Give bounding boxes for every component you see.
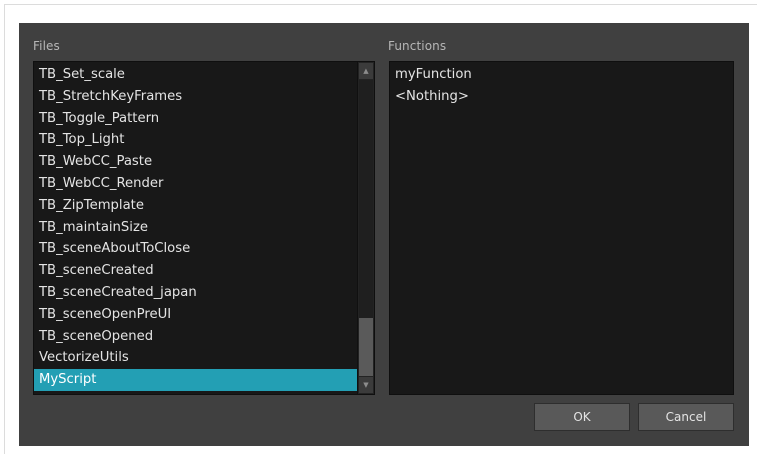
scroll-thumb[interactable] bbox=[359, 318, 373, 376]
file-item[interactable]: TB_sceneOpened bbox=[34, 326, 357, 348]
file-item[interactable]: TB_Set_scale bbox=[34, 64, 357, 86]
function-item[interactable]: myFunction bbox=[390, 64, 733, 86]
files-list[interactable]: TB_Set_scale TB_StretchKeyFrames TB_Togg… bbox=[33, 61, 375, 395]
file-item[interactable]: TB_sceneAboutToClose bbox=[34, 238, 357, 260]
function-item[interactable]: <Nothing> bbox=[390, 86, 733, 108]
functions-label: Functions bbox=[388, 39, 447, 53]
functions-list-items: myFunction <Nothing> bbox=[390, 64, 733, 108]
file-item[interactable]: TB_StretchKeyFrames bbox=[34, 86, 357, 108]
file-item[interactable]: TB_sceneCreated bbox=[34, 260, 357, 282]
file-item[interactable]: TB_sceneCreated_japan bbox=[34, 282, 357, 304]
functions-list[interactable]: myFunction <Nothing> bbox=[389, 61, 734, 395]
scroll-track[interactable] bbox=[359, 80, 373, 376]
file-item[interactable]: TB_ZipTemplate bbox=[34, 195, 357, 217]
chevron-down-icon[interactable]: ▼ bbox=[359, 377, 373, 393]
file-item[interactable]: TB_Top_Light bbox=[34, 129, 357, 151]
file-item[interactable]: TB_WebCC_Paste bbox=[34, 151, 357, 173]
files-scrollbar[interactable]: ▲ ▼ bbox=[357, 62, 374, 394]
file-item[interactable]: TB_sceneOpenPreUI bbox=[34, 304, 357, 326]
file-item[interactable]: TB_Toggle_Pattern bbox=[34, 108, 357, 130]
ok-button[interactable]: OK bbox=[534, 403, 630, 431]
cancel-button[interactable]: Cancel bbox=[638, 403, 734, 431]
files-label: Files bbox=[33, 39, 60, 53]
file-item-selected[interactable]: MyScript bbox=[34, 369, 357, 391]
file-item[interactable]: TB_maintainSize bbox=[34, 217, 357, 239]
chevron-up-icon[interactable]: ▲ bbox=[359, 63, 373, 79]
file-item[interactable]: VectorizeUtils bbox=[34, 347, 357, 369]
file-item[interactable]: TB_WebCC_Render bbox=[34, 173, 357, 195]
files-list-items: TB_Set_scale TB_StretchKeyFrames TB_Togg… bbox=[34, 64, 357, 391]
script-dialog: Files Functions TB_Set_scale TB_StretchK… bbox=[19, 23, 749, 446]
